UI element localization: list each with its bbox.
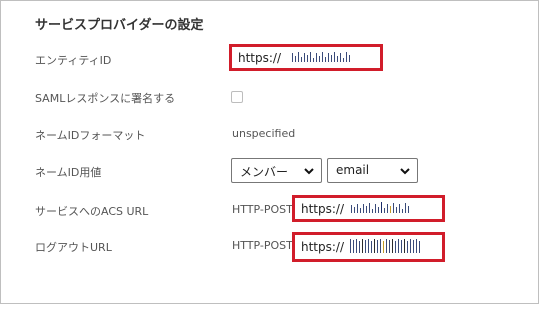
entity-id-highlight: https:// — [229, 44, 383, 71]
saml-sign-checkbox[interactable] — [231, 91, 243, 103]
acs-url-label: サービスへのACS URL — [35, 205, 149, 218]
chevron-down-icon — [304, 168, 314, 175]
acs-url-value[interactable]: https:// — [301, 202, 344, 216]
service-provider-settings-panel: サービスプロバイダーの設定 エンティティID https:// SAMLレスポン… — [0, 0, 539, 304]
name-id-format-label: ネームIDフォーマット — [35, 129, 146, 142]
name-id-attribute-selected: email — [336, 163, 370, 177]
acs-url-highlight: https:// — [292, 195, 445, 222]
name-id-source-select[interactable]: メンバー — [231, 158, 322, 183]
chevron-down-icon — [400, 168, 410, 175]
logout-url-label: ログアウトURL — [35, 241, 112, 254]
name-id-attribute-select[interactable]: email — [327, 158, 418, 183]
name-id-source-selected: メンバー — [240, 165, 289, 179]
entity-id-value[interactable]: https:// — [238, 51, 281, 65]
entity-id-redacted-text — [292, 52, 374, 62]
logout-url-highlight: https:// — [292, 232, 445, 262]
name-id-values-label: ネームID用値 — [35, 166, 102, 179]
acs-url-method: HTTP-POST — [232, 203, 293, 216]
saml-sign-label: SAMLレスポンスに署名する — [35, 92, 176, 105]
section-title: サービスプロバイダーの設定 — [35, 18, 204, 33]
logout-url-method: HTTP-POST — [232, 239, 293, 252]
entity-id-label: エンティティID — [35, 54, 112, 67]
logout-url-redacted-text — [350, 239, 436, 253]
logout-url-value[interactable]: https:// — [301, 240, 344, 254]
acs-url-redacted-text — [351, 202, 436, 213]
name-id-format-value: unspecified — [232, 127, 296, 140]
